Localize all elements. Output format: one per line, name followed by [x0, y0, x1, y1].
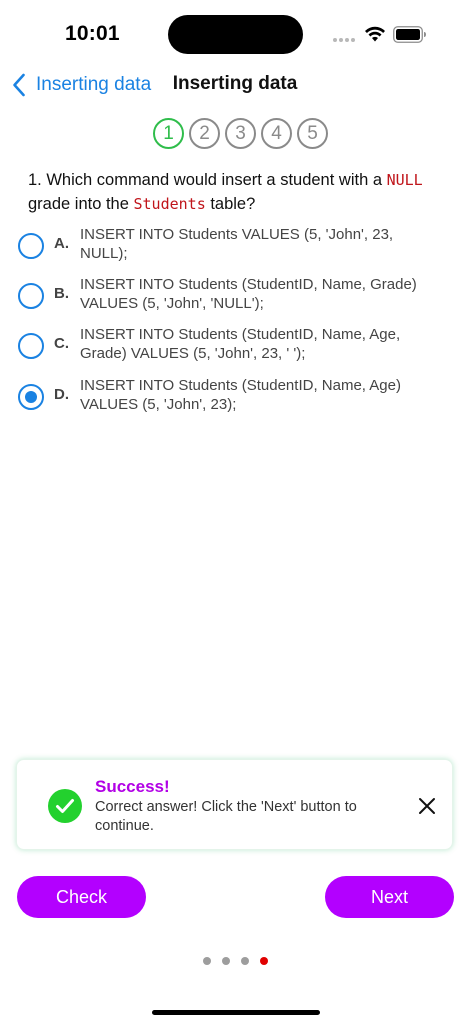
question-middle: grade into the — [28, 195, 134, 213]
option-text: INSERT INTO Students (StudentID, Name, A… — [80, 377, 401, 413]
page-dot[interactable] — [222, 957, 230, 965]
battery-icon — [393, 26, 426, 43]
code-null: NULL — [386, 171, 423, 189]
step-3[interactable]: 3 — [225, 118, 256, 149]
dynamic-island — [168, 15, 303, 54]
status-time: 10:01 — [65, 22, 120, 45]
step-4[interactable]: 4 — [261, 118, 292, 149]
question-suffix: table? — [205, 195, 256, 213]
option-letter: C. — [54, 335, 69, 352]
option-letter: D. — [54, 386, 69, 403]
option-d[interactable]: D. INSERT INTO Students (StudentID, Name… — [16, 376, 446, 420]
toast-message: Correct answer! Click the 'Next' button … — [95, 799, 357, 834]
step-1[interactable]: 1 — [153, 118, 184, 149]
chevron-left-icon — [13, 73, 25, 97]
radio-button-selected[interactable] — [18, 384, 44, 410]
page-title: Inserting data — [172, 73, 298, 94]
page-dot[interactable] — [203, 957, 211, 965]
question-prefix: 1. Which command would insert a student … — [28, 171, 387, 189]
radio-button[interactable] — [18, 333, 44, 359]
option-c[interactable]: C. INSERT INTO Students (StudentID, Name… — [16, 325, 446, 369]
close-icon[interactable] — [417, 796, 437, 816]
option-text: INSERT INTO Students VALUES (5, 'John', … — [80, 226, 394, 262]
signal-icon — [333, 38, 355, 42]
step-indicator: 1 2 3 4 5 — [153, 118, 328, 149]
next-button[interactable]: Next — [325, 876, 454, 918]
check-button[interactable]: Check — [17, 876, 146, 918]
option-text: INSERT INTO Students (StudentID, Name, G… — [80, 276, 417, 312]
page-indicator — [203, 957, 268, 965]
step-5[interactable]: 5 — [297, 118, 328, 149]
option-letter: A. — [54, 235, 69, 252]
page-dot[interactable] — [241, 957, 249, 965]
toast-title: Success! — [95, 777, 170, 796]
radio-button[interactable] — [18, 283, 44, 309]
checkmark-circle-icon — [48, 789, 82, 823]
page-dot-active[interactable] — [260, 957, 268, 965]
option-a[interactable]: A. INSERT INTO Students VALUES (5, 'John… — [16, 225, 446, 269]
option-text: INSERT INTO Students (StudentID, Name, A… — [80, 326, 401, 362]
question-text: 1. Which command would insert a student … — [28, 168, 448, 216]
success-toast: Success! Correct answer! Click the 'Next… — [16, 759, 453, 850]
code-students: Students — [133, 195, 206, 213]
wifi-icon — [365, 26, 385, 42]
step-2[interactable]: 2 — [189, 118, 220, 149]
home-indicator[interactable] — [152, 1010, 320, 1015]
radio-button[interactable] — [18, 233, 44, 259]
option-letter: B. — [54, 285, 69, 302]
option-b[interactable]: B. INSERT INTO Students (StudentID, Name… — [16, 275, 446, 319]
